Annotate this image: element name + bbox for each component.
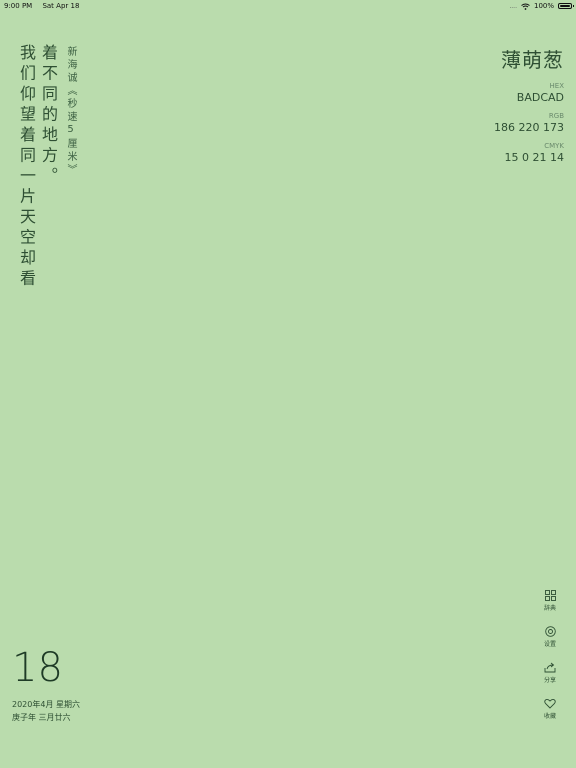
gregorian-date: 2020年4月 星期六: [12, 700, 80, 709]
settings-label: 设置: [543, 641, 556, 648]
grid-icon: [544, 590, 556, 601]
rgb-value: 186 220 173: [494, 121, 564, 134]
signal-icon: ....: [509, 2, 517, 10]
lunar-date: 庚子年 三月廿六: [12, 713, 71, 722]
settings-button[interactable]: 设置: [538, 626, 562, 662]
status-time: 9:00 PM: [4, 2, 33, 10]
side-menu: 辞典 设置 分享 收藏: [538, 590, 562, 734]
share-label: 分享: [543, 677, 556, 684]
poem-source: 新海诚《秒速5厘米》: [65, 46, 76, 177]
battery-icon: [558, 3, 574, 9]
status-bar: 9:00 PM Sat Apr 18 .... 100%: [0, 0, 576, 12]
favorite-button[interactable]: 收藏: [538, 698, 562, 734]
cmyk-label: CMYK: [544, 142, 564, 150]
share-icon: [544, 662, 556, 673]
hex-label: HEX: [549, 82, 564, 90]
settings-icon: [544, 626, 556, 637]
hex-value: BADCAD: [516, 91, 564, 104]
poem-line-1: 我们仰望着同一片天空却看: [17, 44, 36, 290]
wifi-icon: [521, 3, 530, 10]
color-info: 薄萌葱 HEX BADCAD RGB 186 220 173 CMYK 15 0…: [494, 44, 564, 164]
favorite-label: 收藏: [543, 713, 556, 720]
heart-icon: [544, 698, 556, 709]
date-block: 18 2020年4月 星期六 庚子年 三月廿六: [12, 646, 80, 724]
rgb-label: RGB: [548, 112, 564, 120]
dictionary-button[interactable]: 辞典: [538, 590, 562, 626]
dictionary-label: 辞典: [543, 605, 556, 612]
day-number: 18: [12, 645, 63, 691]
battery-percent: 100%: [533, 2, 554, 10]
share-button[interactable]: 分享: [538, 662, 562, 698]
color-name: 薄萌葱: [501, 48, 564, 72]
cmyk-value: 15 0 21 14: [504, 151, 564, 164]
poem-line-2: 着不同的地方。: [39, 44, 58, 188]
status-date: Sat Apr 18: [42, 2, 80, 10]
